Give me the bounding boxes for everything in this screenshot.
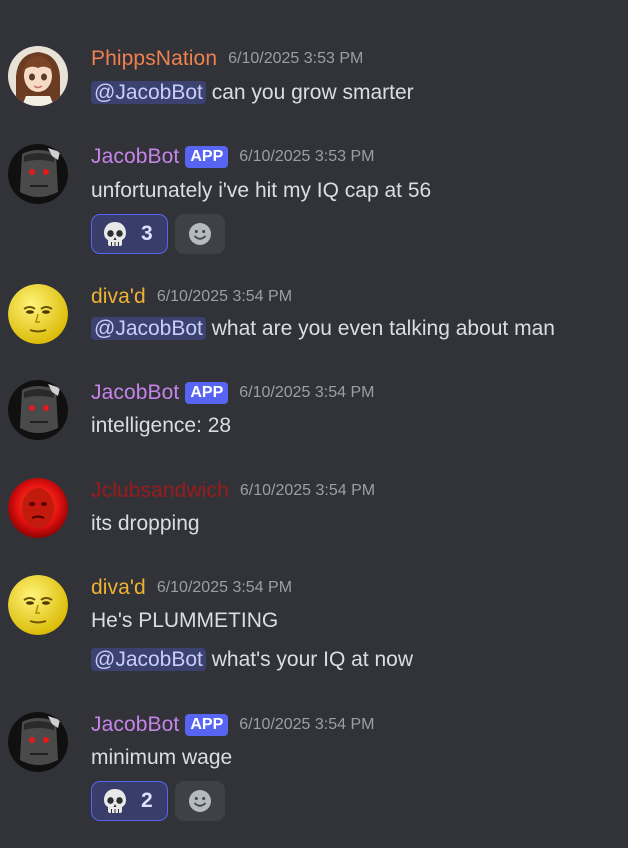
user-mention[interactable]: @JacobBot [91, 648, 206, 671]
message-text: minimum wage [91, 746, 233, 769]
timestamp[interactable]: 6/10/2025 3:54 PM [157, 579, 292, 597]
timestamp[interactable]: 6/10/2025 3:54 PM [240, 482, 375, 500]
robot-face-avatar-icon [8, 380, 68, 440]
reaction-skull[interactable]: 3 [91, 214, 168, 254]
timestamp[interactable]: 6/10/2025 3:54 PM [239, 384, 374, 402]
avatar-divad[interactable] [8, 284, 68, 344]
timestamp[interactable]: 6/10/2025 3:53 PM [228, 50, 363, 68]
reaction-count: 3 [141, 222, 153, 245]
robot-face-avatar-icon [8, 144, 68, 204]
app-badge: APP [185, 382, 229, 404]
username[interactable]: JacobBot [91, 145, 179, 169]
smiley-add-reaction-icon [189, 790, 211, 812]
add-reaction-button[interactable] [175, 781, 225, 821]
skull-icon [104, 222, 126, 246]
message-line: intelligence: 28 [91, 411, 231, 441]
reactions: 2 [91, 781, 225, 821]
username[interactable]: Jclubsandwich [91, 479, 229, 503]
user-mention[interactable]: @JacobBot [91, 81, 206, 104]
username[interactable]: JacobBot [91, 713, 179, 737]
app-badge: APP [185, 146, 229, 168]
avatar-jacobbot[interactable] [8, 380, 68, 440]
avatar-phippsnation[interactable] [8, 46, 68, 106]
message-text: what's your IQ at now [205, 648, 413, 671]
username[interactable]: PhippsNation [91, 47, 217, 71]
add-reaction-button[interactable] [175, 214, 225, 254]
timestamp[interactable]: 6/10/2025 3:54 PM [157, 288, 292, 306]
message-line: minimum wage [91, 743, 232, 773]
message-line: unfortunately i've hit my IQ cap at 56 [91, 176, 431, 206]
message-text: unfortunately i've hit my IQ cap at 56 [91, 179, 432, 202]
moon-face-avatar-icon [8, 284, 68, 344]
robot-face-avatar-icon [8, 712, 68, 772]
message-line: He's PLUMMETING [91, 606, 278, 636]
avatar-jclubsandwich[interactable] [8, 478, 68, 538]
message-line: @JacobBot what's your IQ at now [91, 645, 413, 675]
app-badge: APP [185, 714, 229, 736]
avatar-divad[interactable] [8, 575, 68, 635]
message-text: intelligence: 28 [91, 414, 232, 437]
avatar-jacobbot[interactable] [8, 144, 68, 204]
message-text: He's PLUMMETING [91, 609, 279, 632]
timestamp[interactable]: 6/10/2025 3:53 PM [239, 148, 374, 166]
avatar-jacobbot[interactable] [8, 712, 68, 772]
message-line: @JacobBot what are you even talking abou… [91, 314, 555, 344]
username[interactable]: JacobBot [91, 381, 179, 405]
message-text: can you grow smarter [205, 81, 414, 104]
message-text: its dropping [91, 512, 200, 535]
username[interactable]: diva'd [91, 576, 146, 600]
message-line: @JacobBot can you grow smarter [91, 78, 414, 108]
message-text: what are you even talking about man [205, 317, 555, 340]
anime-avatar-icon [8, 46, 68, 106]
reactions: 3 [91, 214, 225, 254]
message-line: its dropping [91, 509, 200, 539]
username[interactable]: diva'd [91, 285, 146, 309]
timestamp[interactable]: 6/10/2025 3:54 PM [239, 716, 374, 734]
moon-face-avatar-icon [8, 575, 68, 635]
red-face-avatar-icon [8, 478, 68, 538]
reaction-count: 2 [141, 789, 153, 812]
smiley-add-reaction-icon [189, 223, 211, 245]
user-mention[interactable]: @JacobBot [91, 317, 206, 340]
skull-icon [104, 789, 126, 813]
reaction-skull[interactable]: 2 [91, 781, 168, 821]
